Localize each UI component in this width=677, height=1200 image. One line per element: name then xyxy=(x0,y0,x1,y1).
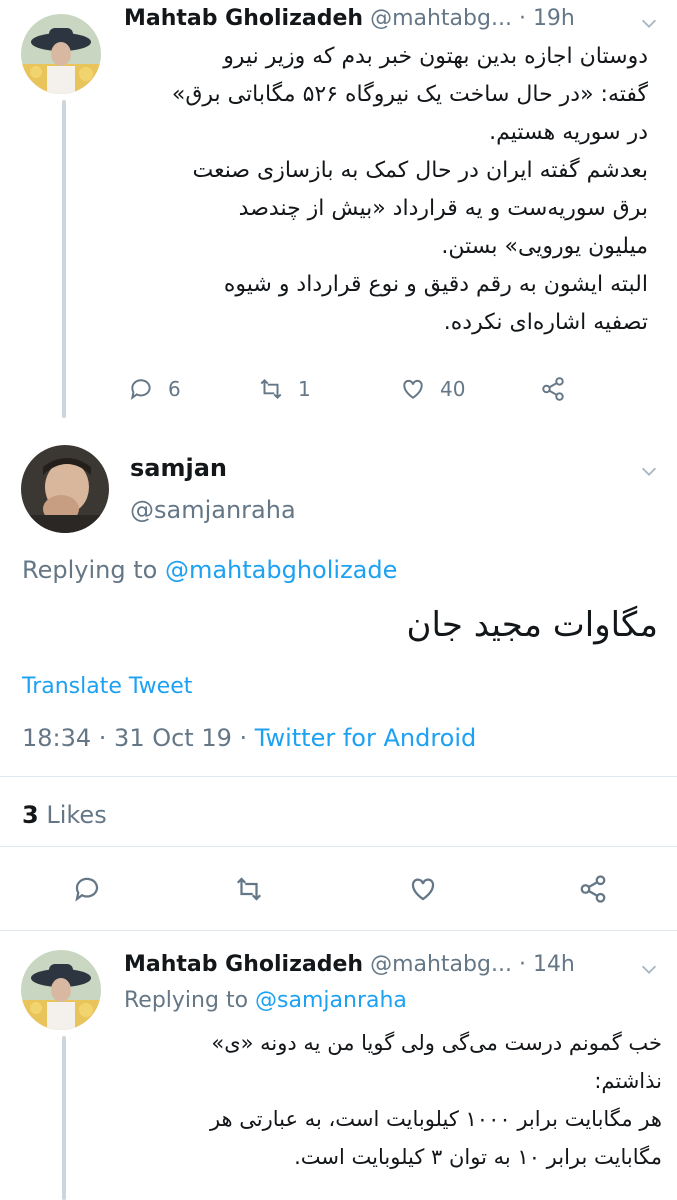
tweet2-likes-summary[interactable]: 3 Likes xyxy=(22,801,107,829)
tweet2-like-button[interactable] xyxy=(408,874,438,904)
tweet1-like-button[interactable]: 40 xyxy=(400,376,465,402)
chevron-down-icon[interactable] xyxy=(638,460,660,482)
tweet3-author-name[interactable]: Mahtab Gholizadeh xyxy=(124,952,363,977)
retweet-icon xyxy=(236,877,262,901)
tweet1-line: بعدشم گفته ایران در حال کمک به بازسازی ص… xyxy=(192,158,648,183)
tweet2-reply-button[interactable] xyxy=(72,874,102,904)
divider xyxy=(0,776,677,777)
tweet2-author-name[interactable]: samjan xyxy=(130,454,227,482)
share-icon xyxy=(542,377,564,401)
tweet2-author-handle[interactable]: @samjanraha xyxy=(130,496,296,524)
translate-tweet-link[interactable]: Translate Tweet xyxy=(22,674,192,699)
tweet3-text: خب گمونم درست می‌گی ولی گویا من یه دونه … xyxy=(124,1024,662,1176)
divider xyxy=(0,846,677,847)
avatar-samjan[interactable] xyxy=(21,445,109,533)
tweet1-text: دوستان اجازه بدین بهتون خبر بدم که وزیر … xyxy=(124,38,648,342)
tweet1-author-handle[interactable]: @mahtabg... xyxy=(370,6,512,31)
replying-to-label: Replying to xyxy=(22,556,158,584)
tweet2-replying-to: Replying to @mahtabgholizade xyxy=(22,556,397,584)
avatar-mahtab[interactable] xyxy=(21,950,101,1030)
tweet1-like-count: 40 xyxy=(440,377,466,401)
tweet1-line: برق سوریه‌ست و یه قرارداد «بیش از چندصد xyxy=(238,196,648,221)
tweet2-time-date: 18:34 · 31 Oct 19 · xyxy=(22,724,248,752)
tweet3-line: نذاشتم: xyxy=(594,1069,662,1093)
like-icon xyxy=(411,878,435,901)
tweet1-line: میلیون یورویی» بستن. xyxy=(441,234,648,259)
tweet3-line: هر مگابایت برابر ۱۰۰۰ کیلوبایت است، به ع… xyxy=(209,1107,662,1131)
tweet1-line: البته ایشون به رقم دقیق و نوع قرارداد و … xyxy=(223,272,648,297)
tweet1-author-name[interactable]: Mahtab Gholizadeh xyxy=(124,6,363,31)
thread-line-top xyxy=(62,100,66,418)
chevron-down-icon[interactable] xyxy=(638,12,660,34)
tweet2-meta: 18:34 · 31 Oct 19 · Twitter for Android xyxy=(22,724,476,752)
tweet1-reply-button[interactable]: 6 xyxy=(128,376,181,402)
tweet3-replying-to: Replying to @samjanraha xyxy=(124,988,407,1013)
reply-icon xyxy=(75,877,99,902)
tweet3-line: مگابایت برابر ۱۰ به توان ۳ کیلوبایت است. xyxy=(294,1145,662,1169)
tweet1-line: تصفیه اشاره‌ای نکرده. xyxy=(443,310,648,335)
tweet1-line: دوستان اجازه بدین بهتون خبر بدم که وزیر … xyxy=(223,44,648,69)
thread-line-bottom xyxy=(62,1036,66,1200)
tweet2-share-button[interactable] xyxy=(578,874,608,904)
tweet2-source[interactable]: Twitter for Android xyxy=(255,724,476,752)
likes-label: Likes xyxy=(46,801,107,829)
replying-to-handle[interactable]: @mahtabgholizade xyxy=(165,556,397,584)
tweet1-line: در سوریه هستیم. xyxy=(489,120,648,145)
tweet1-retweet-button[interactable]: 1 xyxy=(258,376,311,402)
avatar-mahtab[interactable] xyxy=(21,14,101,94)
tweet3-header: Mahtab Gholizadeh @mahtabg... · 14h xyxy=(124,952,644,977)
likes-count: 3 xyxy=(22,801,39,829)
replying-to-label: Replying to xyxy=(124,988,249,1013)
tweet1-line: گفته: «در حال ساخت یک نیروگاه ۵۲۶ مگابات… xyxy=(171,82,648,107)
divider xyxy=(0,930,677,931)
tweet3-author-handle[interactable]: @mahtabg... xyxy=(370,952,512,977)
tweet1-reply-count: 6 xyxy=(168,377,181,401)
replying-to-handle[interactable]: @samjanraha xyxy=(255,988,407,1013)
retweet-icon xyxy=(260,378,282,400)
tweet1-retweet-count: 1 xyxy=(298,377,311,401)
tweet3-timestamp[interactable]: · 14h xyxy=(519,952,575,977)
tweet3-line: خب گمونم درست می‌گی ولی گویا من یه دونه … xyxy=(211,1031,662,1055)
tweet1-header: Mahtab Gholizadeh @mahtabg... · 19h xyxy=(124,6,644,36)
tweet1-share-button[interactable] xyxy=(540,376,566,402)
share-icon xyxy=(580,875,606,903)
tweet2-text: مگاوات مجید جان xyxy=(406,605,658,645)
like-icon xyxy=(403,379,423,399)
chevron-down-icon[interactable] xyxy=(638,958,660,980)
tweet1-timestamp[interactable]: · 19h xyxy=(519,6,575,31)
reply-icon xyxy=(130,379,151,400)
tweet2-retweet-button[interactable] xyxy=(234,874,264,904)
